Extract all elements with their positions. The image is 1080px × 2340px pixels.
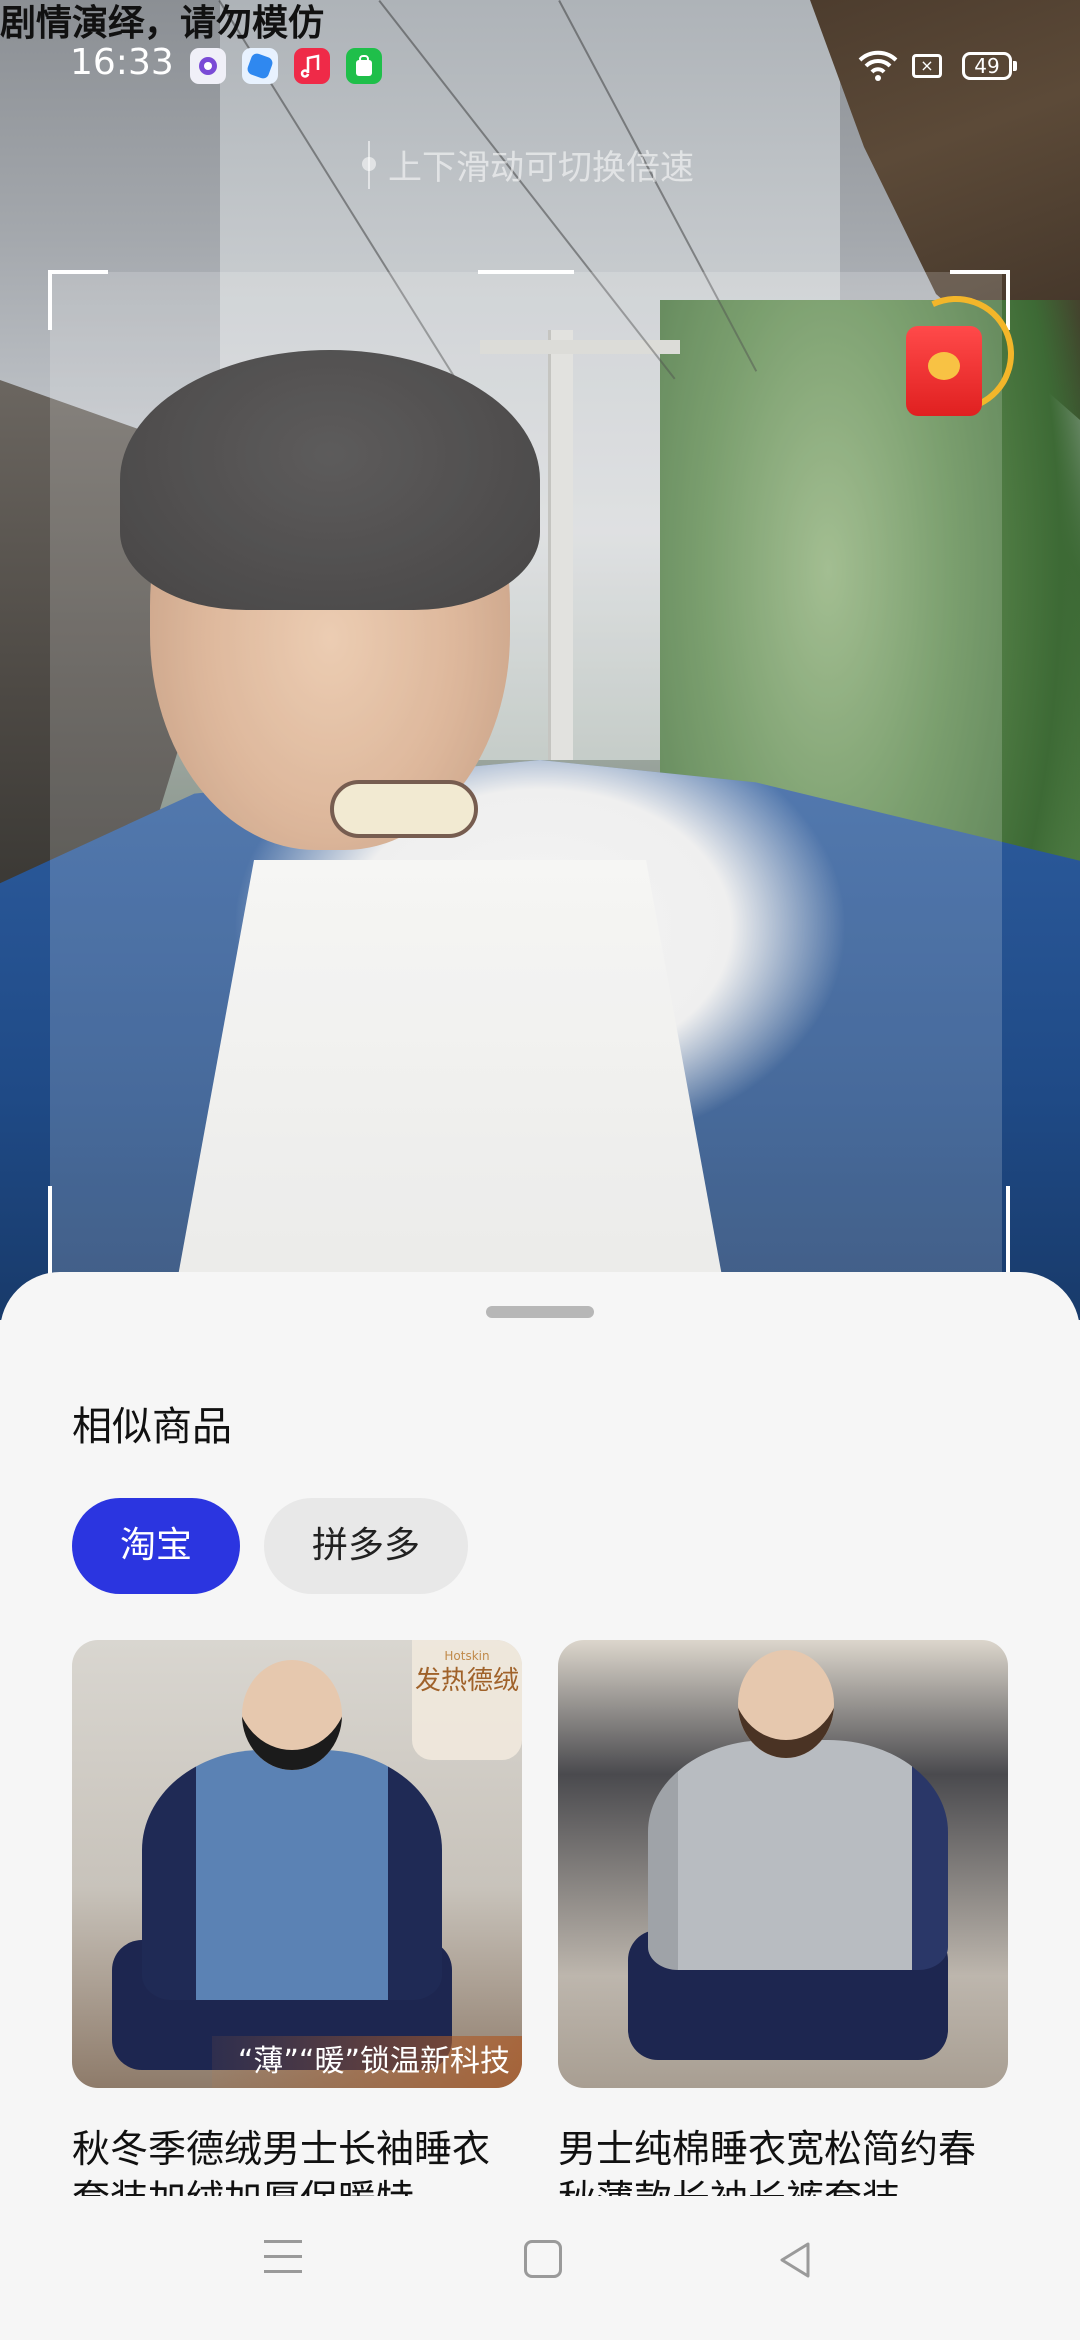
status-time: 16:33 <box>70 42 174 83</box>
product-model-head <box>242 1660 342 1770</box>
product-model-top <box>142 1750 442 2000</box>
slider-icon <box>362 140 376 189</box>
speed-hint-text: 上下滑动可切换倍速 <box>388 148 694 188</box>
sheet-drag-handle[interactable] <box>486 1306 594 1318</box>
camera-app-icon <box>190 48 226 84</box>
navigation-bar <box>0 2196 1080 2340</box>
selection-corner-bottom-left[interactable] <box>48 1186 108 1276</box>
selection-corner-bottom-right[interactable] <box>950 1186 1010 1276</box>
status-bar: 16:33 × 49 <box>0 40 1080 92</box>
product-banner: “薄”“暖”锁温新科技 <box>212 2036 522 2088</box>
similar-products-sheet: 相似商品 淘宝 拼多多 Hotskin 发热德绒 “薄”“暖”锁温新科技 秋冬季… <box>0 1272 1080 2340</box>
tab-taobao[interactable]: 淘宝 <box>72 1498 240 1594</box>
product-badge: Hotskin 发热德绒 <box>412 1640 522 1760</box>
browser-app-icon <box>242 48 278 84</box>
speed-hint: 上下滑动可切换倍速 <box>362 140 694 189</box>
red-packet-coin <box>928 352 960 380</box>
sim-icon: × <box>912 54 942 78</box>
selection-edge-top[interactable] <box>478 270 574 274</box>
sheet-title: 相似商品 <box>72 1404 232 1450</box>
music-app-icon <box>294 48 330 84</box>
product-image[interactable] <box>558 1640 1008 2088</box>
product-model-head <box>738 1650 834 1758</box>
product-card[interactable]: Hotskin 发热德绒 “薄”“暖”锁温新科技 秋冬季德绒男士长袖睡衣套装加绒… <box>72 1640 522 2224</box>
store-app-icon <box>346 48 382 84</box>
image-search-selection[interactable] <box>50 272 1002 1272</box>
back-icon[interactable] <box>776 2240 812 2280</box>
product-image[interactable]: Hotskin 发热德绒 “薄”“暖”锁温新科技 <box>72 1640 522 2088</box>
battery-icon: 49 <box>962 52 1017 80</box>
tab-pinduoduo[interactable]: 拼多多 <box>264 1498 468 1594</box>
badge-brand: Hotskin <box>444 1649 490 1663</box>
home-icon[interactable] <box>524 2240 562 2278</box>
recent-apps-icon[interactable] <box>264 2240 302 2274</box>
wifi-icon <box>858 50 898 81</box>
badge-text: 发热德绒 <box>414 1666 519 1696</box>
product-model-top <box>648 1740 948 1970</box>
red-packet-icon[interactable] <box>881 279 1031 429</box>
product-card[interactable]: 男士纯棉睡衣宽松简约春秋薄款长袖长裤套装 <box>558 1640 1008 2224</box>
selection-corner-top-left[interactable] <box>48 270 108 330</box>
